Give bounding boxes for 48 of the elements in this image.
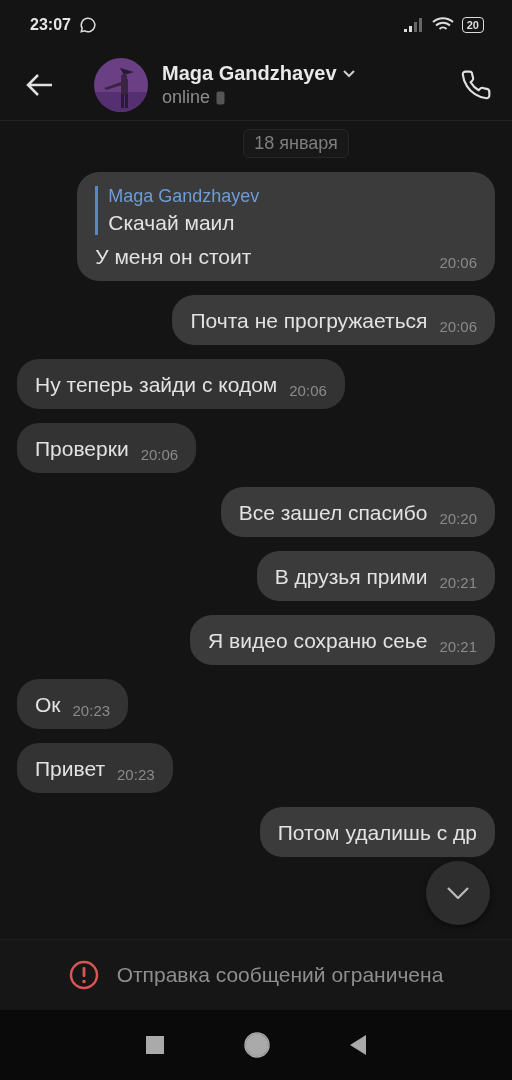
message-time: 20:06 [289,382,327,399]
message-time: 20:06 [439,254,477,271]
contact-name[interactable]: Maga Gandzhayev [162,62,337,85]
message-text: Ок [35,693,61,717]
message-text: Ну теперь зайди с кодом [35,373,278,397]
sent-message[interactable]: Я видео сохраню сеье 20:21 [190,615,495,665]
message-time: 20:23 [72,702,111,719]
sent-message[interactable]: В друзья прими 20:21 [256,551,495,601]
restriction-notice: Отправка сообщений ограничена [116,963,444,987]
sent-message[interactable]: Почта не прогружаеться 20:06 [172,295,495,345]
received-message[interactable]: Ну теперь зайди с кодом 20:06 [17,359,345,409]
message-time: 20:23 [117,766,155,783]
warning-icon [68,960,99,990]
message-time: 20:06 [140,446,179,463]
received-message[interactable]: Привет 20:23 [17,743,173,793]
received-message[interactable]: Проверки 20:06 [17,423,197,473]
clock-time: 23:07 [30,16,71,34]
triangle-icon [350,1035,366,1055]
square-icon [146,1036,164,1054]
quoted-text: Скачай маил [108,211,236,235]
phone-device-icon [216,90,226,105]
message-time: 20:21 [439,638,477,655]
back-arrow-icon [26,73,54,97]
message-text: Почта не прогружаеться [190,309,428,333]
battery-level: 20 [461,17,484,33]
sent-message[interactable]: Maga Gandzhayev Скачай маил У меня он стоит 20:06 [77,172,495,281]
message-text: В друзья прими [274,565,428,589]
message-text: У меня он стоит [95,245,253,269]
phone-icon [460,69,492,101]
quoted-author: Maga Gandzhayev [108,186,261,207]
message-text: Потом удалишь с др [277,821,477,845]
chevron-down-icon [447,887,469,899]
received-message[interactable]: Ок 20:23 [17,679,129,729]
circle-icon [244,1032,270,1058]
message-time: 20:21 [439,574,477,591]
message-time: 20:06 [439,318,477,335]
signal-icon [403,18,424,32]
chevron-down-icon[interactable] [342,69,355,78]
date-label: 18 января [243,129,349,158]
sent-message[interactable]: Все зашел спасибо 20:20 [220,487,495,537]
online-status: online [162,87,211,108]
message-text: Все зашел спасибо [238,501,428,525]
message-text: Привет [35,757,106,781]
sent-message[interactable]: Потом удалишь с др [259,807,495,857]
message-time: 20:20 [439,510,477,527]
message-text: Проверки [35,437,129,461]
message-text: Я видео сохраню сеье [208,629,428,653]
chat-bubble-icon [78,16,97,34]
